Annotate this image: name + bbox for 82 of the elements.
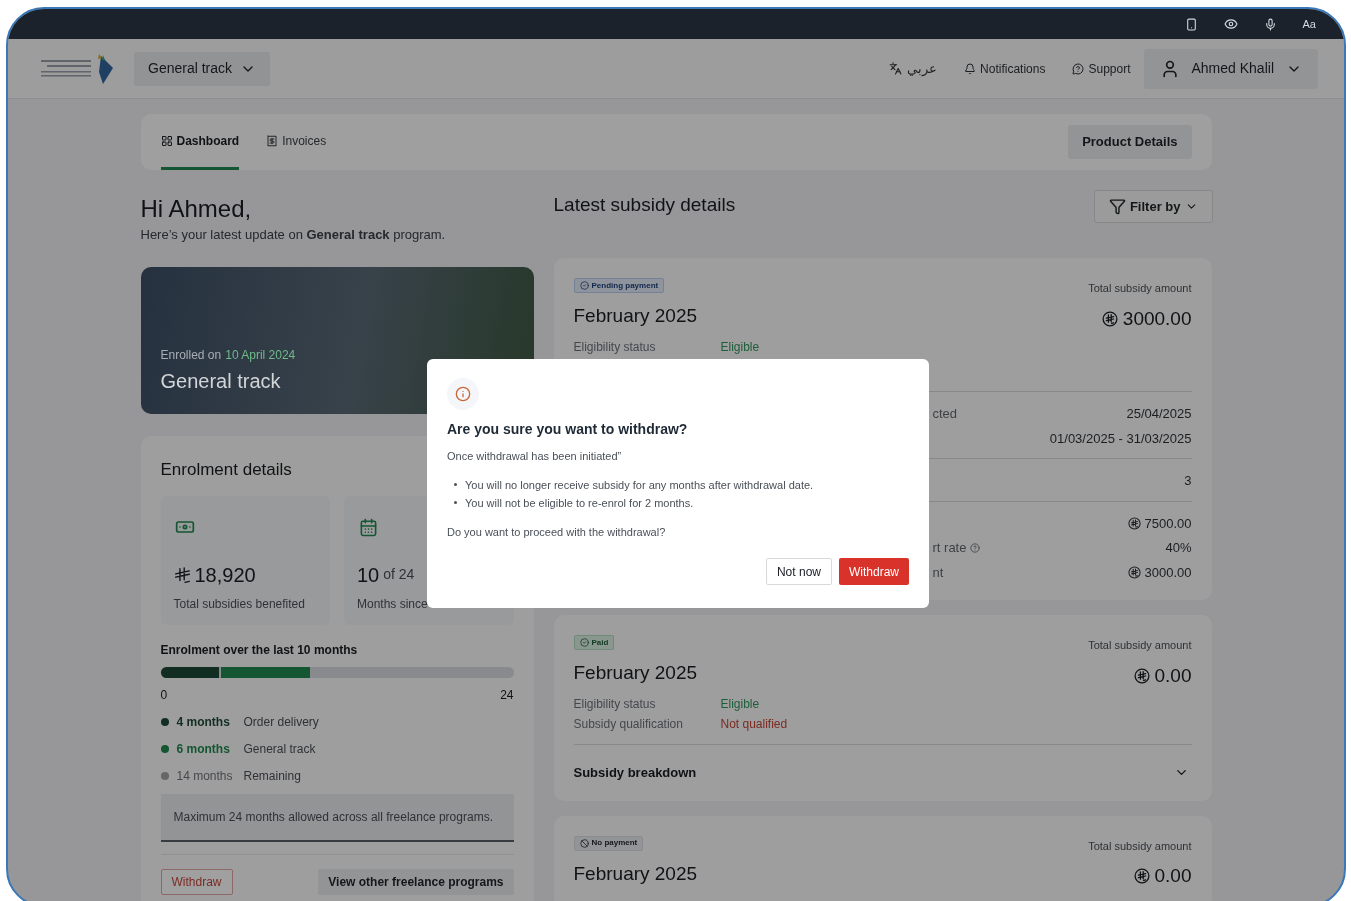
translate-icon <box>889 62 903 75</box>
dialog-question: Do you want to proceed with the withdrawal? <box>447 524 667 540</box>
funnel-icon <box>1108 198 1126 215</box>
bullet-icon <box>454 482 457 486</box>
stat-value: 10 <box>357 563 380 587</box>
stat-label: Months since <box>357 596 428 613</box>
track-selector[interactable]: General track <box>134 51 271 86</box>
user-menu[interactable]: Ahmed Khalil <box>1143 48 1318 89</box>
tab[interactable]: Dashboard <box>160 114 240 170</box>
axis-max: 24 <box>500 687 514 704</box>
language-link[interactable]: عربي <box>889 58 938 79</box>
legend-label: General track <box>243 741 316 758</box>
row-value: 01/03/2025 - 31/03/2025 <box>1049 429 1192 448</box>
calendar-icon <box>358 517 378 537</box>
breakdown-toggle[interactable]: Subsidy breakdown <box>573 744 1192 783</box>
filter-button[interactable]: Filter by <box>1093 190 1213 223</box>
bell-icon <box>964 62 977 75</box>
legend-value: 6 months <box>176 741 231 758</box>
row-value: 7500.00 <box>1144 514 1192 533</box>
notifications-link[interactable]: Notifications <box>964 59 1046 78</box>
microphone-icon[interactable] <box>1263 17 1277 31</box>
stat-value: 18,920 <box>194 563 256 587</box>
hero-title: General track <box>160 368 281 394</box>
row-label: Eligibility status <box>573 340 657 354</box>
row-label: nt <box>932 563 944 582</box>
dialog-title: Are you sure you want to withdraw? <box>447 420 689 439</box>
dialog-point: You will no longer receive subsidy for any months after withdrawal date. <box>465 477 814 493</box>
card-month: February 2025 <box>573 861 698 886</box>
row-label: rt rate <box>932 539 967 557</box>
enrolled-date: 10 April 2024 <box>225 346 296 364</box>
support-link[interactable]: Support <box>1072 59 1131 78</box>
other-programs-button[interactable]: View other freelance programs <box>318 869 514 895</box>
total-amount: 0.00 <box>1154 864 1192 888</box>
enrolled-label: Enrolled on <box>160 346 222 364</box>
total-amount: 3000.00 <box>1122 306 1192 331</box>
greeting-subtitle: Here’s your latest update on General track program. <box>140 226 446 244</box>
tab[interactable]: Invoices <box>266 114 327 170</box>
row-value: Not qualified <box>720 717 788 731</box>
status-badge: Pending payment <box>573 278 665 293</box>
bullet-icon <box>454 501 457 504</box>
legend-label: Order delivery <box>243 714 319 731</box>
info-icon <box>455 386 471 402</box>
legend-value: 14 months <box>176 768 234 785</box>
legend-value: 4 months <box>176 714 231 731</box>
status-badge: Paid <box>573 635 615 650</box>
legend-label: Remaining <box>243 768 301 785</box>
grid-icon <box>160 134 173 147</box>
card-month: February 2025 <box>573 304 698 328</box>
stat-suffix: of 24 <box>383 565 415 584</box>
row-value: 3000.00 <box>1144 563 1192 582</box>
total-label: Total subsidy amount <box>1088 281 1192 296</box>
info-note: Maximum 24 months allowed across all freelance programs. <box>160 794 514 842</box>
total-label: Total subsidy amount <box>1088 838 1192 854</box>
phone-icon[interactable] <box>1184 17 1198 31</box>
receipt-icon <box>266 134 279 147</box>
total-amount: 0.00 <box>1154 663 1192 688</box>
section-title: Latest subsidy details <box>553 192 736 217</box>
product-details-button[interactable]: Product Details <box>1068 125 1192 159</box>
row-value: 25/04/2025 <box>1126 405 1192 423</box>
row-label: Eligibility status <box>573 697 657 711</box>
stat-label: Total subsidies benefited <box>173 596 305 613</box>
withdraw-button[interactable]: Withdraw <box>839 558 909 585</box>
text-size-button[interactable]: Aa <box>1302 15 1316 33</box>
row-label: Subsidy qualification <box>573 717 684 731</box>
greeting-title: Hi Ahmed, <box>140 194 252 224</box>
dialog-intro: Once withdrawal has been initiated” <box>447 449 623 464</box>
dialog-point: You will not be eligible to re-enrol for 2 months. <box>465 496 694 511</box>
row-value: Eligible <box>720 697 760 711</box>
support-icon <box>1072 62 1085 75</box>
total-label: Total subsidy amount <box>1088 638 1192 653</box>
axis-min: 0 <box>160 687 168 704</box>
card-title: Enrolment details <box>160 458 292 481</box>
row-value: Eligible <box>720 340 760 354</box>
status-badge: No payment <box>573 835 644 851</box>
eye-icon[interactable] <box>1223 17 1238 31</box>
chart-title: Enrolment over the last 10 months <box>160 642 359 659</box>
withdraw-button[interactable]: Withdraw <box>160 869 233 895</box>
card-month: February 2025 <box>573 661 698 685</box>
row-value: 3 <box>1184 472 1192 490</box>
row-label: cted <box>932 405 958 423</box>
row-value: 40% <box>1165 539 1192 557</box>
cancel-button[interactable]: Not now <box>765 558 832 585</box>
